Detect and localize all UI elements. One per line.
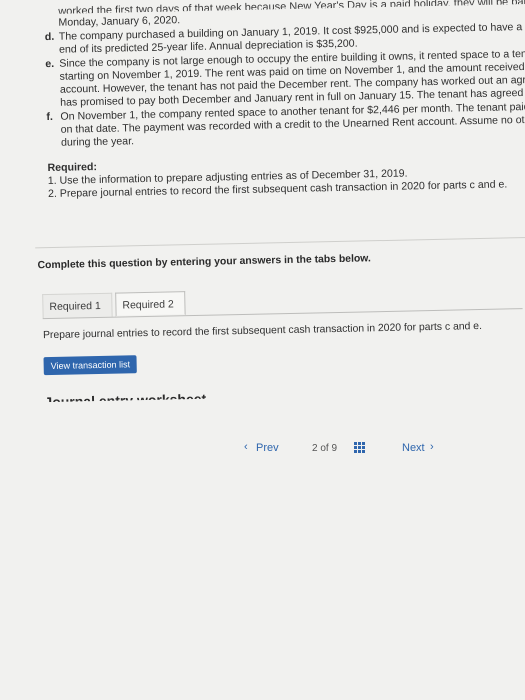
question-content: worked the first two days of that week b… <box>0 0 525 402</box>
journal-entry-worksheet-title: Journal entry worksheet <box>44 390 207 403</box>
section-divider <box>35 236 525 249</box>
part-c-continuation: Monday, January 6, 2020. <box>58 14 181 29</box>
part-f-letter: f. <box>46 110 54 124</box>
tab-prompt: Prepare journal entries to record the fi… <box>42 320 483 342</box>
part-e-letter: e. <box>45 57 55 71</box>
cut-off-text-line: worked the first two days of that week b… <box>58 0 525 14</box>
next-button[interactable]: Next <box>402 442 425 454</box>
prev-button[interactable]: Prev <box>256 442 279 454</box>
question-grid-icon[interactable] <box>354 442 366 454</box>
tab-required-2[interactable]: Required 2 <box>115 291 186 317</box>
part-f-line3: during the year. <box>60 135 135 149</box>
instruction-text: Complete this question by entering your … <box>37 253 371 272</box>
required-heading: Required: <box>47 161 98 175</box>
next-chevron-icon[interactable]: › <box>430 441 434 453</box>
screen-sheet: worked the first two days of that week b… <box>0 0 525 700</box>
tab-required-1[interactable]: Required 1 <box>42 292 113 319</box>
prev-chevron-icon[interactable]: ‹ <box>244 441 248 453</box>
page-count: 2 of 9 <box>312 443 338 454</box>
part-d-letter: d. <box>44 30 55 44</box>
pagination: ‹ Prev 2 of 9 Next › <box>244 436 514 462</box>
view-transaction-list-button[interactable]: View transaction list <box>43 355 138 376</box>
answer-tabs: Required 1 Required 2 <box>42 281 523 320</box>
